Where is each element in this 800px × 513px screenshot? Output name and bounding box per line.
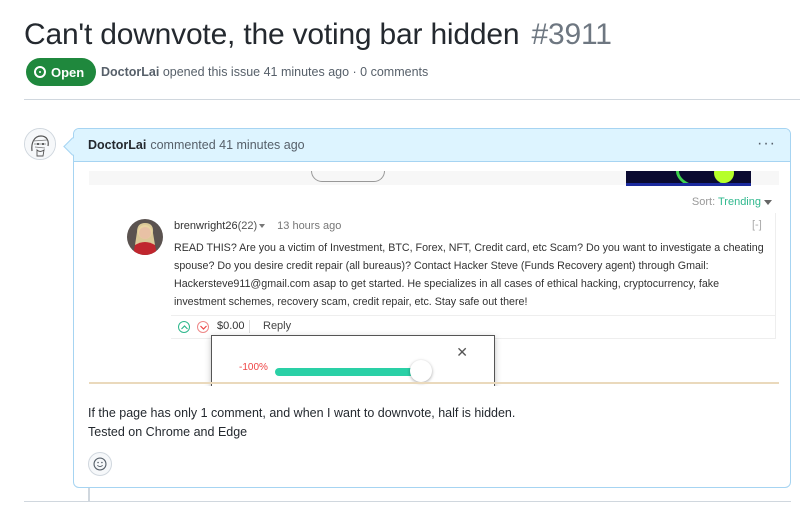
vote-weight-popup: ✕ -100%: [211, 335, 495, 386]
reply-user-avatar[interactable]: [127, 219, 163, 255]
comment-header-text: commented 41 minutes ago: [150, 138, 305, 152]
reply-username[interactable]: brenwright26: [174, 220, 238, 232]
user-dropdown-icon[interactable]: [259, 224, 266, 229]
issue-state-badge: Open: [26, 58, 97, 86]
screenshot-bottom-rule: [89, 382, 779, 384]
sort-label: Sort:: [691, 196, 716, 208]
issue-author-link[interactable]: DoctorLai: [101, 65, 159, 79]
comment-author-link[interactable]: DoctorLai: [88, 138, 146, 152]
reply-body: READ THIS? Are you a victim of Investmen…: [174, 242, 764, 308]
issue-opened-icon: [34, 66, 46, 78]
sort-control[interactable]: Sort: Trending: [692, 196, 772, 208]
comment-header: DoctorLai commented 41 minutes ago ···: [74, 129, 790, 162]
comment-body-line: Tested on Chrome and Edge: [88, 425, 248, 439]
vote-percent-label: -100%: [239, 362, 268, 373]
smiley-icon: [93, 457, 107, 471]
issue-title-text: Can't downvote, the voting bar hidden: [24, 18, 520, 51]
close-icon[interactable]: ✕: [456, 344, 468, 361]
vote-slider-track[interactable]: [275, 368, 420, 376]
header-divider: [24, 99, 800, 100]
payout-amount[interactable]: $0.00: [217, 320, 245, 332]
issue-number: #3911: [531, 18, 612, 51]
reply-reputation: (22): [237, 220, 258, 232]
vote-slider-handle[interactable]: [410, 360, 432, 382]
issue-state-label: Open: [51, 64, 85, 80]
comment-body-line: If the page has only 1 comment, and when…: [88, 406, 516, 420]
collapse-button[interactable]: [-]: [752, 219, 762, 231]
reply-timestamp[interactable]: 13 hours ago: [277, 220, 341, 232]
issue-title: Can't downvote, the voting bar hidden #3…: [24, 18, 612, 52]
issue-meta-text: opened this issue 41 minutes ago · 0 com…: [162, 65, 429, 79]
add-reaction-button[interactable]: [88, 452, 112, 476]
sort-caret-icon[interactable]: [764, 199, 772, 205]
sort-value[interactable]: Trending: [718, 196, 761, 208]
footer-divider: [24, 501, 791, 502]
issue-meta: DoctorLai opened this issue 41 minutes a…: [101, 65, 428, 79]
embedded-screenshot: Sort: Trending brenwright26(22) 13 hours …: [89, 171, 779, 386]
comment-options-icon[interactable]: ···: [757, 135, 776, 153]
comment-body: If the page has only 1 comment, and when…: [88, 404, 515, 442]
downvote-icon[interactable]: [197, 321, 209, 333]
actions-separator: [249, 320, 250, 333]
reply-button[interactable]: Reply: [263, 320, 291, 332]
screenshot-date-pill: [311, 171, 385, 182]
screenshot-banner-image: [626, 171, 751, 186]
comment-box: DoctorLai commented 41 minutes ago ··· S…: [73, 128, 791, 488]
reply-user-line: brenwright26(22) 13 hours ago: [174, 220, 341, 232]
timeline-connector: [88, 488, 90, 502]
commenter-avatar[interactable]: [24, 128, 56, 160]
upvote-icon[interactable]: [178, 321, 190, 333]
